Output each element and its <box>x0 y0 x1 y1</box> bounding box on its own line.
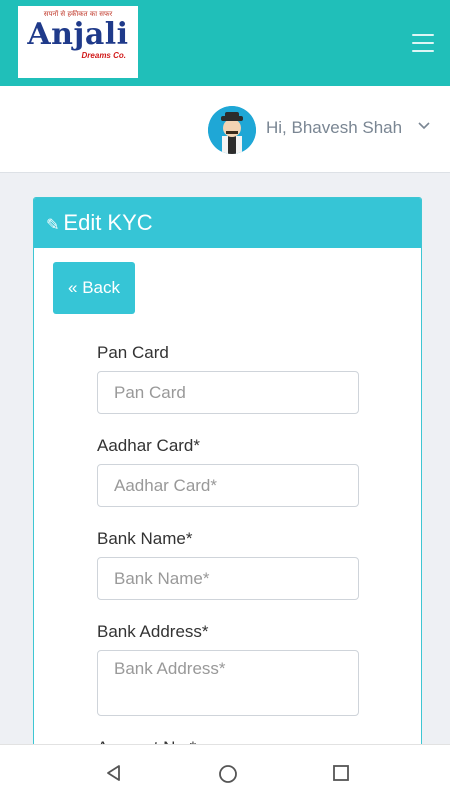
hamburger-icon[interactable] <box>412 34 434 52</box>
system-nav-bar <box>0 744 450 801</box>
bank-name-label: Bank Name* <box>97 529 193 548</box>
card-title: Edit KYC <box>63 210 153 235</box>
brand-logo[interactable]: सपनों से हकीकत का सफर Anjali Dreams Co. <box>18 6 138 78</box>
triangle-back-icon[interactable] <box>104 763 124 783</box>
aadhar-card-label: Aadhar Card* <box>97 436 201 455</box>
bank-address-label: Bank Address* <box>97 622 209 641</box>
circle-home-icon[interactable] <box>217 763 239 785</box>
bank-address-textarea[interactable]: Bank Address* <box>97 650 359 716</box>
user-bar: Hi, Bhavesh Shah <box>0 86 450 173</box>
back-button[interactable]: « Back <box>53 262 135 314</box>
logo-subtitle: Dreams Co. <box>81 51 126 60</box>
pencil-icon: ✎ <box>46 217 60 234</box>
bank-name-input[interactable]: Bank Name* <box>97 557 359 600</box>
card-header: ✎ Edit KYC <box>34 198 421 248</box>
back-button-label: Back <box>82 278 120 297</box>
chevron-down-icon[interactable] <box>418 120 430 134</box>
logo-name: Anjali <box>27 17 129 52</box>
square-recents-icon[interactable] <box>331 763 351 783</box>
aadhar-card-input[interactable]: Aadhar Card* <box>97 464 359 507</box>
app-header: सपनों से हकीकत का सफर Anjali Dreams Co. <box>0 0 450 86</box>
pan-card-label: Pan Card <box>97 343 169 362</box>
pan-card-input[interactable]: Pan Card <box>97 371 359 414</box>
user-avatar-icon[interactable] <box>208 106 256 154</box>
user-greeting[interactable]: Hi, Bhavesh Shah <box>266 118 402 138</box>
double-chevron-left-icon: « <box>68 278 78 297</box>
kyc-card: ✎ Edit KYC « Back Pan Card Pan Card Aadha… <box>33 197 422 757</box>
